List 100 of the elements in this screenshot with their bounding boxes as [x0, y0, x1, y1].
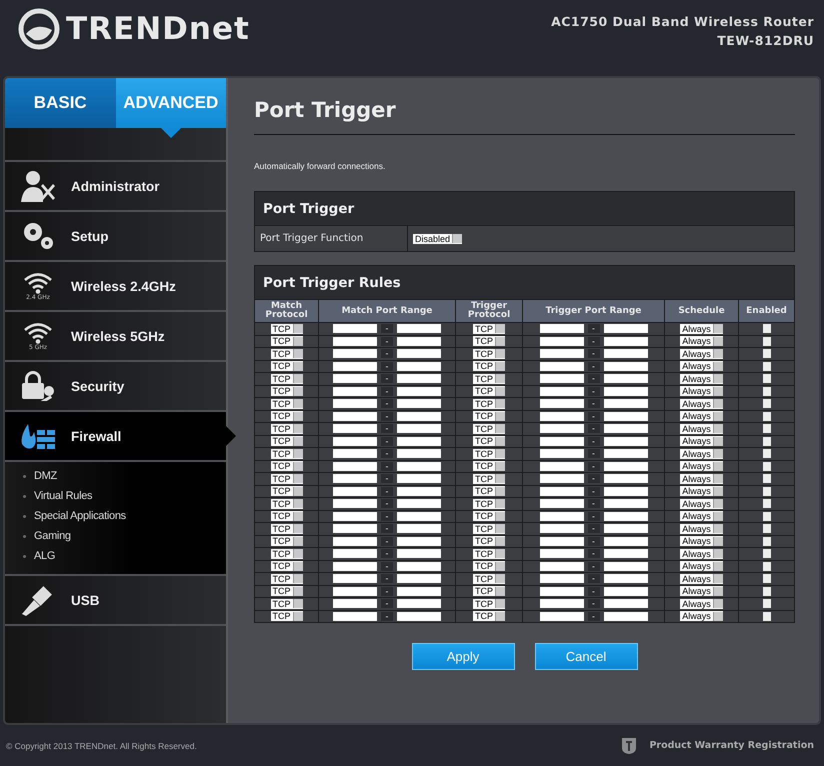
port-input[interactable]: [540, 424, 584, 434]
protocol-select[interactable]: TCP: [473, 448, 505, 459]
schedule-select[interactable]: Always: [680, 348, 723, 359]
port-input[interactable]: [397, 462, 441, 471]
protocol-select[interactable]: TCP: [473, 348, 505, 359]
protocol-select[interactable]: TCP: [270, 524, 302, 534]
function-select[interactable]: Disabled: [413, 234, 462, 244]
enabled-checkbox[interactable]: [762, 362, 770, 371]
protocol-select[interactable]: TCP: [270, 448, 302, 459]
protocol-select[interactable]: TCP: [473, 411, 505, 422]
port-input[interactable]: [604, 549, 648, 558]
port-input[interactable]: [604, 599, 648, 608]
port-input[interactable]: [397, 499, 441, 508]
port-input[interactable]: [333, 612, 377, 621]
port-input[interactable]: [333, 449, 377, 458]
schedule-select[interactable]: Always: [680, 361, 723, 372]
port-input[interactable]: [540, 612, 584, 621]
enabled-checkbox[interactable]: [762, 549, 770, 558]
port-input[interactable]: [333, 524, 377, 534]
port-input[interactable]: [540, 574, 584, 584]
protocol-select[interactable]: TCP: [270, 561, 302, 572]
port-input[interactable]: [397, 574, 441, 584]
port-input[interactable]: [333, 399, 377, 408]
protocol-select[interactable]: TCP: [473, 611, 505, 622]
submenu-item[interactable]: Special Applications: [23, 510, 226, 522]
schedule-select[interactable]: Always: [680, 611, 723, 622]
warranty-link[interactable]: Product Warranty Registration: [649, 740, 814, 751]
schedule-select[interactable]: Always: [680, 486, 723, 496]
submenu-item[interactable]: Gaming: [23, 530, 226, 542]
port-input[interactable]: [540, 349, 584, 358]
port-input[interactable]: [540, 449, 584, 458]
port-input[interactable]: [604, 499, 648, 508]
port-input[interactable]: [397, 349, 441, 358]
schedule-select[interactable]: Always: [680, 561, 723, 572]
port-input[interactable]: [604, 386, 648, 396]
protocol-select[interactable]: TCP: [270, 348, 302, 359]
port-input[interactable]: [333, 536, 377, 546]
protocol-select[interactable]: TCP: [473, 574, 505, 584]
protocol-select[interactable]: TCP: [473, 436, 505, 446]
port-input[interactable]: [333, 436, 377, 446]
port-input[interactable]: [397, 612, 441, 621]
protocol-select[interactable]: TCP: [270, 548, 302, 559]
protocol-select[interactable]: TCP: [270, 461, 302, 472]
protocol-select[interactable]: TCP: [270, 411, 302, 422]
protocol-select[interactable]: TCP: [473, 498, 505, 509]
port-input[interactable]: [397, 374, 441, 384]
enabled-checkbox[interactable]: [762, 462, 770, 471]
port-input[interactable]: [333, 324, 377, 334]
protocol-select[interactable]: TCP: [270, 374, 302, 384]
schedule-select[interactable]: Always: [680, 461, 723, 472]
port-input[interactable]: [604, 449, 648, 458]
port-input[interactable]: [540, 486, 584, 496]
protocol-select[interactable]: TCP: [473, 374, 505, 384]
port-input[interactable]: [604, 336, 648, 346]
protocol-select[interactable]: TCP: [473, 361, 505, 372]
port-input[interactable]: [540, 599, 584, 608]
port-input[interactable]: [540, 324, 584, 334]
port-input[interactable]: [397, 474, 441, 484]
submenu-item[interactable]: DMZ: [23, 470, 226, 482]
port-input[interactable]: [397, 399, 441, 408]
protocol-select[interactable]: TCP: [473, 461, 505, 472]
schedule-select[interactable]: Always: [680, 424, 723, 434]
port-input[interactable]: [604, 399, 648, 408]
schedule-select[interactable]: Always: [680, 548, 723, 559]
protocol-select[interactable]: TCP: [473, 336, 505, 346]
port-input[interactable]: [333, 499, 377, 508]
port-input[interactable]: [604, 412, 648, 421]
port-input[interactable]: [397, 536, 441, 546]
port-input[interactable]: [333, 349, 377, 358]
protocol-select[interactable]: TCP: [270, 324, 302, 334]
enabled-checkbox[interactable]: [762, 574, 770, 584]
port-input[interactable]: [333, 486, 377, 496]
schedule-select[interactable]: Always: [680, 336, 723, 346]
port-input[interactable]: [540, 436, 584, 446]
port-input[interactable]: [604, 349, 648, 358]
enabled-checkbox[interactable]: [762, 374, 770, 384]
port-input[interactable]: [604, 574, 648, 584]
port-input[interactable]: [540, 512, 584, 521]
port-input[interactable]: [333, 374, 377, 384]
port-input[interactable]: [540, 562, 584, 571]
protocol-select[interactable]: TCP: [473, 586, 505, 596]
protocol-select[interactable]: TCP: [473, 324, 505, 334]
protocol-select[interactable]: TCP: [473, 511, 505, 522]
schedule-select[interactable]: Always: [680, 586, 723, 596]
schedule-select[interactable]: Always: [680, 524, 723, 534]
enabled-checkbox[interactable]: [762, 499, 770, 508]
port-input[interactable]: [604, 536, 648, 546]
port-input[interactable]: [397, 599, 441, 608]
port-input[interactable]: [397, 586, 441, 596]
protocol-select[interactable]: TCP: [270, 424, 302, 434]
protocol-select[interactable]: TCP: [473, 424, 505, 434]
port-input[interactable]: [333, 362, 377, 371]
enabled-checkbox[interactable]: [762, 486, 770, 496]
port-input[interactable]: [604, 462, 648, 471]
submenu-item[interactable]: Virtual Rules: [23, 490, 226, 502]
port-input[interactable]: [397, 512, 441, 521]
port-input[interactable]: [540, 462, 584, 471]
port-input[interactable]: [604, 474, 648, 484]
enabled-checkbox[interactable]: [762, 612, 770, 621]
schedule-select[interactable]: Always: [680, 498, 723, 509]
